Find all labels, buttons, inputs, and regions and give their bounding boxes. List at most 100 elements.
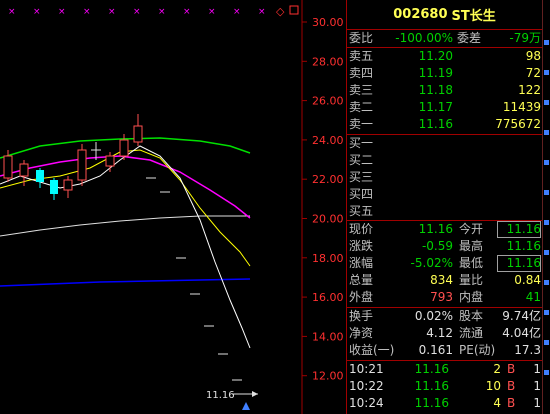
marker-x: ×: [58, 7, 66, 17]
quote-row-outer: 外盘 793 内盘 41: [347, 289, 543, 306]
ma10-line: [0, 149, 251, 267]
bid-label: 买一: [349, 136, 374, 150]
candle: [77, 144, 87, 186]
ask-price: 11.17: [418, 100, 453, 114]
nav-value: 4.12: [426, 326, 453, 340]
tick-price: 11.16: [414, 379, 449, 393]
marker-x: ×: [108, 7, 116, 17]
diff-value: -79万: [509, 31, 541, 45]
y-tick-label: 28.00: [312, 55, 344, 68]
ma20-line: [0, 155, 251, 219]
tick-time: 10:22: [349, 379, 384, 393]
toolbar-square-icon[interactable]: [544, 190, 549, 195]
stock-code: 002680: [393, 7, 448, 22]
ask-label: 卖三: [349, 83, 374, 97]
last-price-label: 11.16: [206, 390, 235, 401]
marker-x: ×: [133, 7, 141, 17]
toolbar-square-icon[interactable]: [544, 100, 549, 105]
bid-row[interactable]: 买二: [347, 152, 543, 169]
y-tick-label: 14.00: [312, 330, 344, 343]
toolbar-square-icon[interactable]: [544, 160, 549, 165]
toolbar-square-icon[interactable]: [544, 310, 549, 315]
toolbar-square-icon[interactable]: [544, 220, 549, 225]
stock-title: 002680 ST长生: [347, 0, 542, 30]
ask-price: 11.16: [418, 117, 453, 131]
vol-ratio-value: 0.84: [514, 273, 541, 287]
bid-row[interactable]: 买三: [347, 169, 543, 186]
open-label: 今开: [459, 222, 484, 236]
toolbar-square-icon[interactable]: [544, 340, 549, 345]
kline-chart-svg[interactable]: × × × × × × × × × × × ◇ 30.00 28.00 26.00 2…: [0, 0, 346, 414]
inner-label: 内盘: [459, 290, 484, 304]
ask-price: 11.18: [418, 83, 453, 97]
ask-row[interactable]: 卖二 11.17 11439: [347, 99, 543, 116]
toolbar-square-icon[interactable]: [544, 130, 549, 135]
tick-price: 11.16: [414, 396, 449, 410]
bid-row[interactable]: 买五: [347, 203, 543, 220]
ask-row[interactable]: 卖三 11.18 122: [347, 82, 543, 99]
ask-row[interactable]: 卖一 11.16 775672: [347, 116, 543, 133]
y-axis-ticks: 30.00 28.00 26.00 24.00 22.00 20.00 18.00 16.00…: [302, 16, 344, 383]
turnover-label: 换手: [349, 309, 374, 323]
vol-ratio-label: 量比: [459, 273, 484, 287]
diamond-icon[interactable]: ◇: [276, 5, 285, 18]
marker-x: ×: [33, 7, 41, 17]
inner-value: 41: [525, 290, 541, 304]
toolbar-square-icon[interactable]: [544, 370, 549, 375]
diff-label: 委差: [457, 31, 482, 45]
quote-panel: 002680 ST长生 委比 -100.00% 委差 -79万 卖五 11.20 9…: [346, 0, 543, 414]
tick-volume: 2: [493, 362, 501, 376]
bid-label: 买四: [349, 187, 374, 201]
fund-row-nav: 净资 4.12 流通 4.04亿: [347, 325, 543, 342]
triangle-up-icon: [242, 402, 250, 410]
tick-time: 10:21: [349, 362, 384, 376]
ask-volume: 775672: [495, 117, 541, 131]
ask-row[interactable]: 卖五 11.20 98: [347, 48, 543, 65]
toolbar-square-icon[interactable]: [544, 250, 549, 255]
bid-label: 买五: [349, 204, 374, 218]
change-value: -0.59: [421, 239, 453, 253]
quote-row-price: 现价 11.16 今开 11.16: [347, 221, 543, 238]
marker-x: ×: [183, 7, 191, 17]
volume-value: 834: [430, 273, 453, 287]
ask-row[interactable]: 卖四 11.19 72: [347, 65, 543, 82]
square-icon[interactable]: [289, 5, 299, 15]
marker-x: ×: [158, 7, 166, 17]
ask-label: 卖五: [349, 49, 374, 63]
tick-volume: 4: [493, 396, 501, 410]
toolbar-square-icon[interactable]: [544, 40, 549, 45]
tick-row: 10:24 11.16 4 B 1: [347, 395, 543, 412]
marker-x: ×: [8, 7, 16, 17]
bid-row[interactable]: 买一: [347, 135, 543, 152]
kline-chart[interactable]: × × × × × × × × × × × ◇ 30.00 28.00 26.00 2…: [0, 0, 346, 414]
tick-side: B: [507, 362, 516, 376]
volume-label: 总量: [349, 273, 374, 287]
high-price: 11.16: [506, 239, 541, 253]
candlesticks: [3, 114, 242, 381]
y-tick-label: 12.00: [312, 370, 344, 383]
bid-row[interactable]: 买四: [347, 186, 543, 203]
open-price: 11.16: [497, 221, 541, 238]
tick-side: B: [507, 396, 516, 410]
marker-row: × × × × × × × × × × ×: [8, 7, 266, 17]
toolbar-square-icon[interactable]: [544, 70, 549, 75]
tick-price: 11.16: [414, 362, 449, 376]
ask-price: 11.20: [418, 49, 453, 63]
equity-value: 9.74亿: [502, 309, 541, 323]
ask-label: 卖一: [349, 117, 374, 131]
tick-count: 1: [533, 362, 541, 376]
y-tick-label: 24.00: [312, 134, 344, 147]
ask-volume: 11439: [502, 100, 541, 114]
low-label: 最低: [459, 256, 484, 270]
toolbar-square-icon[interactable]: [544, 280, 549, 285]
tick-side: B: [507, 379, 516, 393]
ratio-value: -100.00%: [395, 31, 453, 45]
marker-x: ×: [208, 7, 216, 17]
ask-volume: 122: [518, 83, 541, 97]
quote-row-volume: 总量 834 量比 0.84: [347, 272, 543, 289]
pe-value: 17.3: [514, 343, 541, 357]
candle: [133, 114, 143, 146]
order-ratio-row: 委比 -100.00% 委差 -79万: [347, 30, 543, 47]
high-label: 最高: [459, 239, 484, 253]
side-toolbar[interactable]: [542, 0, 550, 414]
